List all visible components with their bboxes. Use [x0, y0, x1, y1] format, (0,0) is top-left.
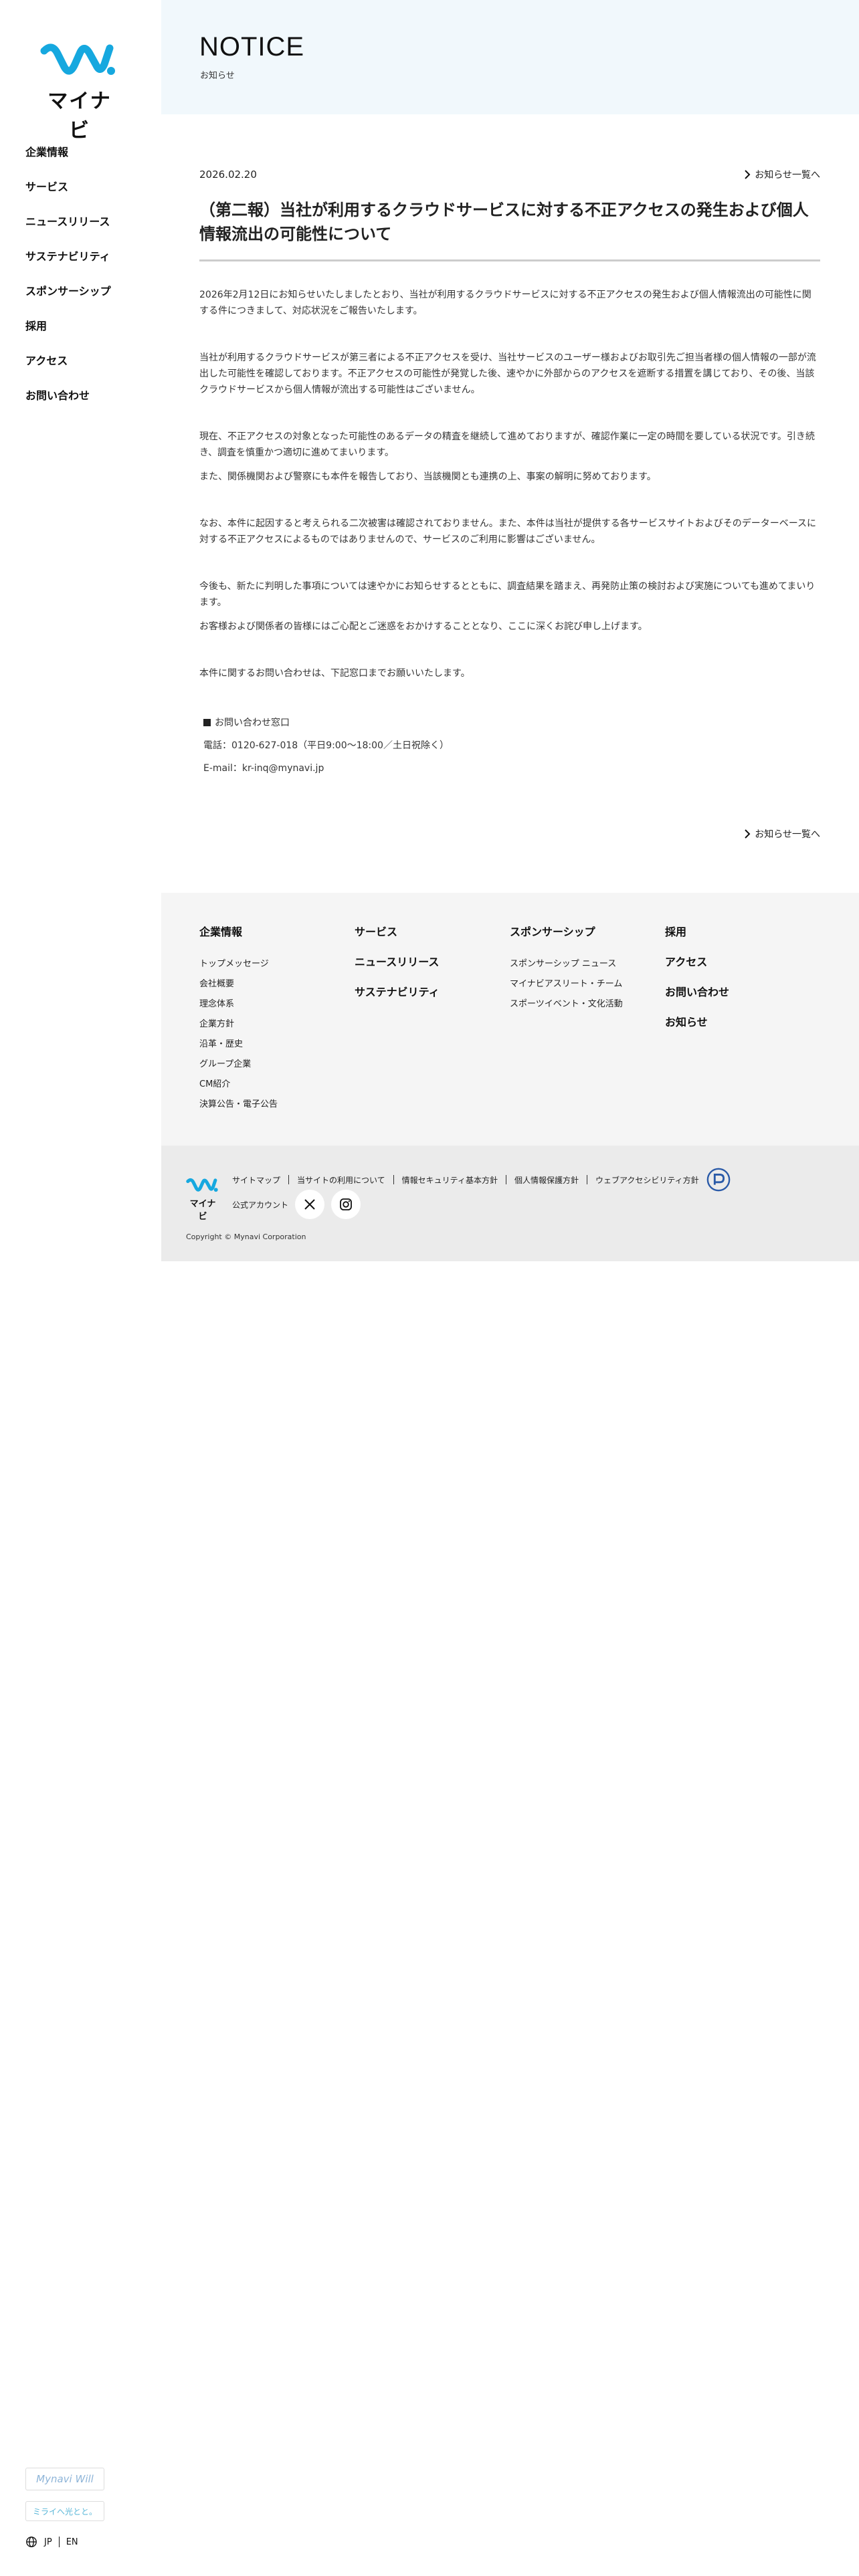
privacy-mark-icon[interactable]	[706, 1167, 731, 1192]
official-accounts-label: 公式アカウント	[232, 1200, 289, 1210]
bottom-link-row: お知らせ一覧へ	[199, 827, 820, 841]
side-nav: 企業情報 サービス ニュースリリース サステナビリティ スポンサーシップ 採用 …	[25, 146, 111, 424]
footer-heading-news[interactable]: ニュースリリース	[355, 953, 440, 969]
copyright: Copyright © Mynavi Corporation	[186, 1232, 306, 1241]
legal-link-privacy[interactable]: 個人情報保護方針	[514, 1174, 579, 1186]
will-banner-text-a: Mynavi	[36, 2473, 72, 2485]
paragraph: 本件に関するお問い合わせは、下記窓口までお願いいたします。	[199, 668, 470, 679]
square-bullet-icon	[203, 719, 211, 726]
mynavi-logo-mark-icon	[40, 43, 115, 75]
divider	[288, 1175, 290, 1184]
back-to-list-label: お知らせ一覧へ	[755, 170, 820, 181]
footer-link[interactable]: 理念体系	[199, 996, 278, 1016]
footer-heading-sustainability[interactable]: サステナビリティ	[355, 983, 440, 999]
official-accounts: 公式アカウント	[232, 1190, 361, 1219]
footer-link[interactable]: 会社概要	[199, 976, 278, 996]
contact-block: お問い合わせ窓口 電話：0120-627-018（平日9:00～18:00／土日…	[199, 715, 820, 776]
footer-logo-text: マイナビ	[189, 1199, 216, 1222]
will-banner-text-b: Will	[75, 2473, 94, 2485]
contact-heading: お問い合わせ窓口	[203, 715, 820, 731]
footer-link[interactable]: グループ企業	[199, 1057, 278, 1077]
side-nav-access[interactable]: アクセス	[25, 354, 111, 389]
footer-heading-access[interactable]: アクセス	[665, 953, 729, 969]
chevron-right-icon	[745, 829, 751, 839]
footer-link[interactable]: スポーツイベント・文化活動	[510, 996, 623, 1016]
paragraph: 現在、不正アクセスの対象となった可能性のあるデータの精査を継続して進めております…	[199, 431, 815, 458]
paragraph: 2026年2月12日にお知らせいたしましたとおり、当社が利用するクラウドサービス…	[199, 290, 812, 316]
lang-en[interactable]: EN	[66, 2537, 78, 2547]
footer-logo[interactable]: マイナビ	[186, 1176, 219, 1222]
article-body: 2026年2月12日にお知らせいたしましたとおり、当社が利用するクラウドサービス…	[199, 287, 820, 681]
lang-jp[interactable]: JP	[44, 2537, 52, 2547]
paragraph: 当社が利用するクラウドサービスが第三者による不正アクセスを受け、当社サービスのユ…	[199, 352, 816, 395]
back-to-list-link-bottom[interactable]: お知らせ一覧へ	[744, 827, 820, 841]
contact-heading-text: お問い合わせ窓口	[215, 718, 290, 728]
side-nav-recruit[interactable]: 採用	[25, 320, 111, 354]
contact-phone: 電話：0120-627-018（平日9:00～18:00／土日祝除く）	[203, 740, 449, 751]
footer-col-sponsorship: スポンサーシップ スポンサーシップ ニュース マイナビアスリート・チーム スポー…	[510, 923, 623, 1016]
footer-col-service: サービス ニュースリリース サステナビリティ	[355, 923, 440, 1013]
footer-link[interactable]: トップメッセージ	[199, 956, 278, 976]
footer: 企業情報 トップメッセージ 会社概要 理念体系 企業方針 沿革・歴史 グループ企…	[161, 893, 859, 1146]
footer-heading-service[interactable]: サービス	[355, 923, 440, 939]
lang-divider	[58, 2537, 60, 2547]
mynavi-logo[interactable]: マイナビ	[40, 39, 119, 142]
instagram-logo-icon	[340, 1198, 352, 1210]
mitai-banner[interactable]: ミライへ光とと。	[25, 2501, 104, 2521]
page-title: NOTICE	[199, 32, 305, 62]
sub-footer: マイナビ サイトマップ 当サイトの利用について 情報セキュリティ基本方針 個人情…	[161, 1146, 859, 1261]
footer-link[interactable]: 企業方針	[199, 1016, 278, 1037]
footer-heading-contact[interactable]: お問い合わせ	[665, 983, 729, 999]
article-date: 2026.02.20	[199, 169, 257, 181]
footer-heading-sponsorship[interactable]: スポンサーシップ	[510, 923, 623, 939]
page-subtitle: お知らせ	[200, 71, 235, 81]
instagram-account-button[interactable]	[331, 1190, 361, 1219]
legal-link-sitemap[interactable]: サイトマップ	[232, 1174, 280, 1186]
side-nav-news[interactable]: ニュースリリース	[25, 215, 111, 250]
footer-link[interactable]: 沿革・歴史	[199, 1037, 278, 1057]
mynavi-will-banner[interactable]: Mynavi Will	[25, 2468, 104, 2490]
logo-text: マイナビ	[47, 90, 112, 142]
paragraph: お客様および関係者の皆様にはご心配とご迷惑をおかけすることとなり、ここに深くお詫…	[199, 621, 648, 632]
sidebar: マイナビ 企業情報 サービス ニュースリリース サステナビリティ スポンサーシッ…	[0, 0, 161, 2576]
x-account-button[interactable]	[295, 1190, 325, 1219]
divider	[393, 1175, 394, 1184]
footer-heading-corporate[interactable]: 企業情報	[199, 923, 278, 939]
legal-link-accessibility[interactable]: ウェブアクセシビリティ方針	[595, 1174, 699, 1186]
sidebar-bottom: Mynavi Will ミライへ光とと。 JP EN	[25, 2468, 104, 2548]
footer-link[interactable]: スポンサーシップ ニュース	[510, 956, 623, 976]
side-nav-service[interactable]: サービス	[25, 181, 111, 215]
side-nav-sustainability[interactable]: サステナビリティ	[25, 250, 111, 285]
legal-link-terms[interactable]: 当サイトの利用について	[297, 1174, 385, 1186]
side-nav-contact[interactable]: お問い合わせ	[25, 389, 111, 424]
globe-icon	[26, 2537, 37, 2547]
footer-heading-notice[interactable]: お知らせ	[665, 1013, 729, 1029]
language-switch: JP EN	[25, 2536, 104, 2548]
x-logo-icon	[304, 1199, 315, 1210]
paragraph: 今後も、新たに判明した事項については速やかにお知らせするとともに、調査結果を踏ま…	[199, 581, 816, 608]
legal-links: サイトマップ 当サイトの利用について 情報セキュリティ基本方針 個人情報保護方針…	[232, 1167, 731, 1192]
footer-link[interactable]: マイナビアスリート・チーム	[510, 976, 623, 996]
footer-col-corporate: 企業情報 トップメッセージ 会社概要 理念体系 企業方針 沿革・歴史 グループ企…	[199, 923, 278, 1117]
back-to-list-link[interactable]: お知らせ一覧へ	[744, 168, 820, 181]
article-meta: 2026.02.20 お知らせ一覧へ	[199, 158, 820, 191]
footer-col-other: 採用 アクセス お問い合わせ お知らせ	[665, 923, 729, 1043]
mynavi-logo-mark-icon	[186, 1178, 218, 1192]
paragraph: また、関係機関および警察にも本件を報告しており、当該機関とも連携の上、事案の解明…	[199, 471, 656, 482]
footer-link[interactable]: 決算公告・電子公告	[199, 1097, 278, 1117]
chevron-right-icon	[745, 170, 751, 179]
article: 2026.02.20 お知らせ一覧へ （第二報）当社が利用するクラウドサービスに…	[199, 158, 820, 841]
footer-heading-recruit[interactable]: 採用	[665, 923, 729, 939]
side-nav-sponsorship[interactable]: スポンサーシップ	[25, 285, 111, 320]
legal-link-security[interactable]: 情報セキュリティ基本方針	[402, 1174, 498, 1186]
article-title: （第二報）当社が利用するクラウドサービスに対する不正アクセスの発生および個人情報…	[199, 198, 820, 261]
back-to-list-label: お知らせ一覧へ	[755, 829, 820, 840]
side-nav-corporate[interactable]: 企業情報	[25, 146, 111, 181]
paragraph: なお、本件に起因すると考えられる二次被害は確認されておりません。また、本件は当社…	[199, 518, 817, 545]
page-header: NOTICE お知らせ	[161, 0, 859, 114]
footer-link[interactable]: CM紹介	[199, 1077, 278, 1097]
contact-email: E-mail：kr-inq@mynavi.jp	[203, 763, 324, 774]
